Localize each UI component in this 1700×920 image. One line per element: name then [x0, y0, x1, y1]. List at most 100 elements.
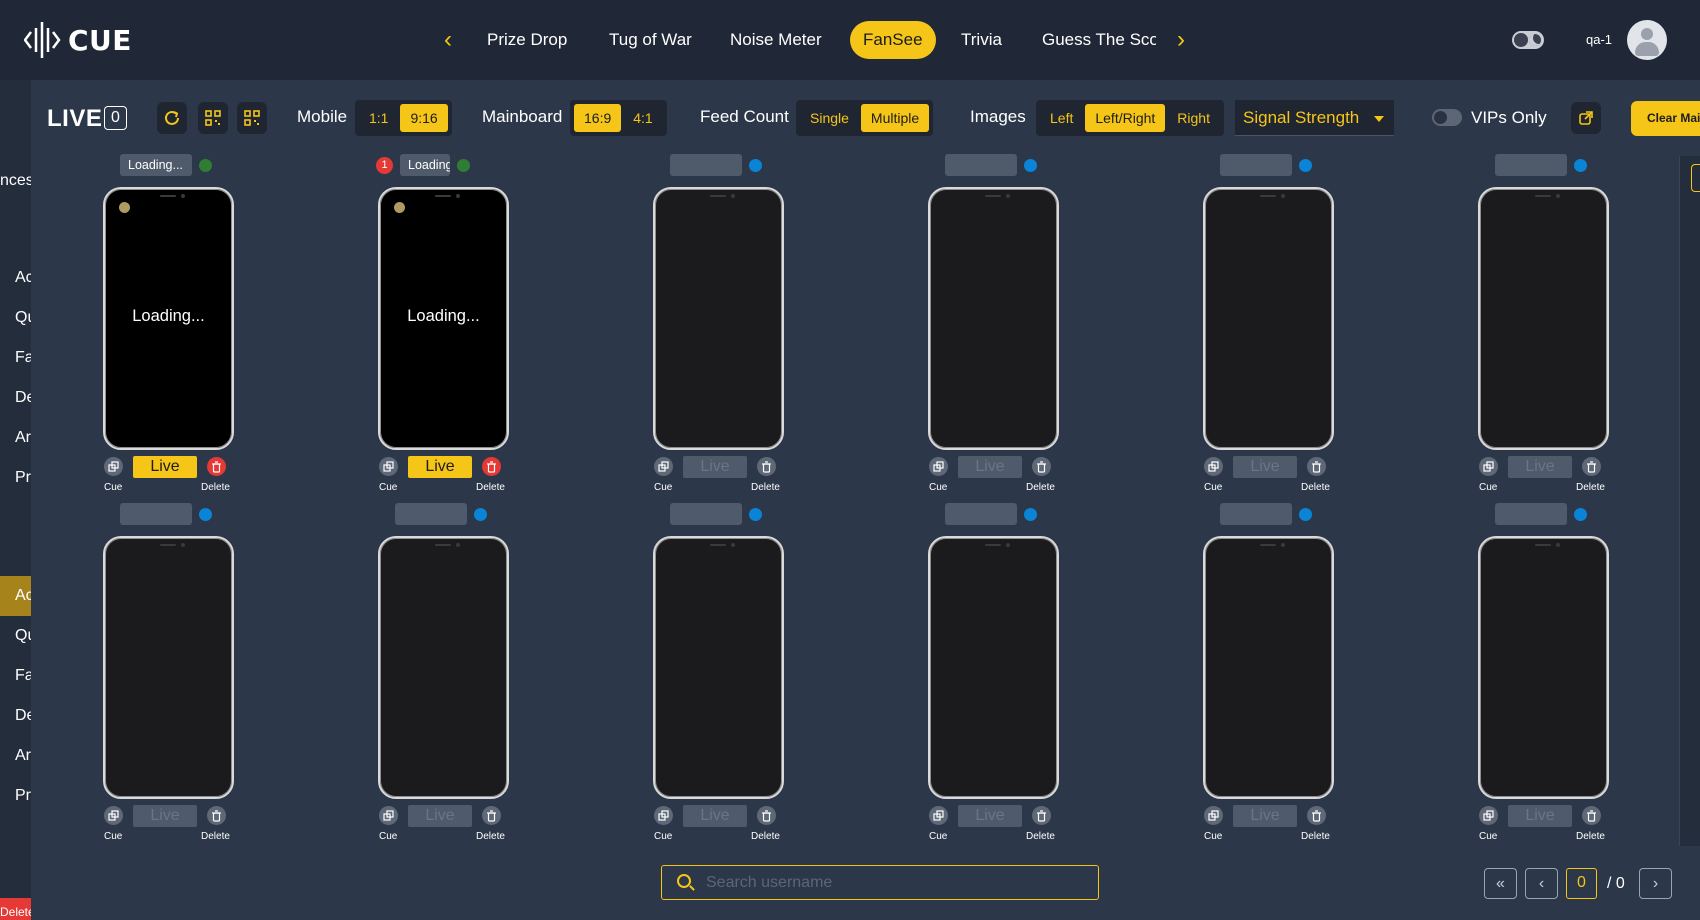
delete-button[interactable]	[757, 806, 776, 825]
nav-next-chevron-right-icon[interactable]: ›	[1171, 26, 1191, 54]
vips-only-toggle[interactable]	[1432, 109, 1462, 126]
live-button[interactable]: Live	[958, 456, 1022, 478]
delete-button[interactable]	[1307, 806, 1326, 825]
phone-preview[interactable]	[1478, 536, 1609, 799]
delete-button[interactable]	[207, 457, 226, 476]
cue-button[interactable]	[1204, 457, 1223, 476]
sidebar-item[interactable]: Ar	[0, 747, 31, 765]
sidebar-item[interactable]: De	[0, 707, 31, 725]
sidebar-item[interactable]: Qu	[0, 309, 31, 327]
tab-trivia[interactable]: Trivia	[961, 21, 1002, 59]
first-page-button[interactable]: «	[1484, 868, 1517, 899]
delete-button[interactable]	[1032, 806, 1051, 825]
phone-preview[interactable]: Loading...	[103, 187, 234, 450]
open-external-button[interactable]	[1571, 102, 1601, 134]
mainboard-option-16-9[interactable]: 16:9	[574, 104, 622, 132]
sidebar-item[interactable]: Fa	[0, 349, 31, 367]
phone-preview[interactable]	[653, 187, 784, 450]
sidebar-item[interactable]: Ar	[0, 429, 31, 447]
logo-waveform-icon	[24, 22, 61, 58]
mainboard-option-4-1[interactable]: 4:1	[623, 104, 662, 132]
phone-preview[interactable]: Loading...	[378, 187, 509, 450]
live-button[interactable]: Live	[133, 805, 197, 827]
feed-option-multiple[interactable]: Multiple	[860, 104, 930, 132]
nav-prev-chevron-left-icon[interactable]: ‹	[438, 26, 458, 54]
live-button[interactable]: Live	[1508, 456, 1572, 478]
cue-button[interactable]	[104, 806, 123, 825]
live-button[interactable]: Live	[683, 456, 747, 478]
cue-button[interactable]	[1479, 457, 1498, 476]
delete-button[interactable]	[1582, 806, 1601, 825]
delete-button[interactable]	[482, 457, 501, 476]
sidebar-item[interactable]: Qu	[0, 627, 31, 645]
phone-preview[interactable]	[653, 536, 784, 799]
tab-tug-of-war[interactable]: Tug of War	[609, 21, 692, 59]
live-button[interactable]: Live	[133, 456, 197, 478]
cue-button[interactable]	[654, 806, 673, 825]
sidebar-delete-button[interactable]: Delete	[0, 898, 31, 920]
phone-preview[interactable]	[1203, 536, 1334, 799]
tab-prize-drop[interactable]: Prize Drop	[487, 21, 567, 59]
tab-guess-the-score[interactable]: Guess The Sco	[1042, 21, 1156, 59]
images-option-right[interactable]: Right	[1167, 104, 1220, 132]
delete-button[interactable]	[1582, 457, 1601, 476]
cue-button[interactable]	[1204, 806, 1223, 825]
refresh-button[interactable]	[157, 102, 187, 134]
search-username-input[interactable]	[706, 870, 1086, 895]
phone-preview[interactable]	[1478, 187, 1609, 450]
phone-preview[interactable]	[378, 536, 509, 799]
live-button[interactable]: Live	[408, 456, 472, 478]
delete-button[interactable]	[482, 806, 501, 825]
cue-button[interactable]	[654, 457, 673, 476]
theme-toggle[interactable]	[1512, 31, 1544, 49]
qr-code-button[interactable]	[198, 102, 228, 134]
qr-code-settings-button[interactable]	[237, 102, 267, 134]
clear-mainboard-button[interactable]: Clear Mai	[1631, 101, 1700, 136]
mobile-option-9-16[interactable]: 9:16	[400, 104, 448, 132]
phone-speaker	[1535, 544, 1551, 546]
live-button[interactable]: Live	[683, 805, 747, 827]
live-button[interactable]: Live	[1233, 456, 1297, 478]
cue-button[interactable]	[379, 457, 398, 476]
delete-button[interactable]	[1307, 457, 1326, 476]
mobile-option-1-1[interactable]: 1:1	[359, 104, 398, 132]
phone-preview[interactable]	[1203, 187, 1334, 450]
live-button[interactable]: Live	[1508, 805, 1572, 827]
delete-button[interactable]	[207, 806, 226, 825]
delete-label: Delete	[201, 482, 230, 493]
sidebar-item[interactable]: Ac	[0, 269, 31, 287]
sidebar-item[interactable]: Pr	[0, 469, 31, 487]
tab-fansee[interactable]: FanSee	[850, 21, 936, 59]
avatar[interactable]	[1627, 20, 1667, 60]
live-button[interactable]: Live	[408, 805, 472, 827]
top-bar: CUE ‹ Prize Drop Tug of War Noise Meter …	[0, 0, 1700, 80]
cue-button[interactable]	[929, 457, 948, 476]
sidebar-item[interactable]: De	[0, 389, 31, 407]
current-page-input[interactable]: 0	[1566, 868, 1597, 899]
tab-noise-meter[interactable]: Noise Meter	[730, 21, 822, 59]
cue-button[interactable]	[1479, 806, 1498, 825]
sidebar-item[interactable]: Fa	[0, 667, 31, 685]
phone-preview[interactable]	[103, 536, 234, 799]
feed-option-single[interactable]: Single	[800, 104, 859, 132]
images-option-left-right[interactable]: Left/Right	[1085, 104, 1166, 132]
cue-button[interactable]	[929, 806, 948, 825]
phone-preview[interactable]	[928, 187, 1059, 450]
phone-preview[interactable]	[928, 536, 1059, 799]
delete-button[interactable]	[757, 457, 776, 476]
prev-page-button[interactable]: ‹	[1525, 868, 1558, 899]
next-page-button[interactable]: ›	[1639, 868, 1672, 899]
cue-button[interactable]	[379, 806, 398, 825]
cue-button[interactable]	[104, 457, 123, 476]
phone-camera	[731, 543, 735, 547]
delete-button[interactable]	[1032, 457, 1051, 476]
signal-strength-select[interactable]: Signal Strength	[1235, 100, 1394, 136]
live-button[interactable]: Live	[958, 805, 1022, 827]
sidebar-item[interactable]: Pr	[0, 787, 31, 805]
app-logo[interactable]: CUE	[24, 20, 132, 60]
phone-card: Live Cue Delete	[1201, 154, 1451, 494]
live-button[interactable]: Live	[1233, 805, 1297, 827]
phone-camera	[181, 543, 185, 547]
sidebar-item-active[interactable]: Ac	[0, 576, 31, 616]
images-option-left[interactable]: Left	[1040, 104, 1083, 132]
